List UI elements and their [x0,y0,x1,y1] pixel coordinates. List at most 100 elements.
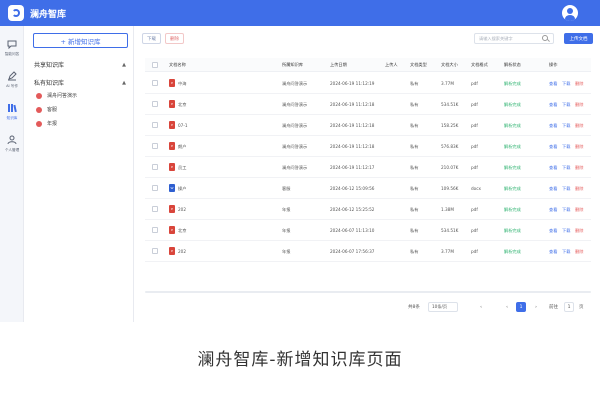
doc-type: 私有 [410,165,419,170]
view-link[interactable]: 查看 [549,207,557,213]
download-link[interactable]: 下载 [562,249,570,255]
doc-name[interactable]: 07-1 [178,123,188,128]
col-header: 操作 [549,62,558,67]
app-logo-icon [8,5,24,21]
nav-item-knowledge-base[interactable]: 知识库 [0,98,24,128]
download-link[interactable]: 下载 [562,228,570,234]
download-link[interactable]: 下载 [562,144,570,150]
doc-name[interactable]: 操户 [178,186,186,192]
row-checkbox[interactable] [152,122,158,128]
shared-kb-heading[interactable]: 共享知识库 ▲ [34,60,126,70]
search-icon[interactable] [542,35,548,41]
view-link[interactable]: 查看 [549,123,557,129]
row-checkbox[interactable] [152,80,158,86]
delete-link[interactable]: 删除 [575,165,583,171]
row-checkbox[interactable] [152,143,158,149]
row-checkbox[interactable] [152,101,158,107]
doc-type: 私有 [410,249,419,254]
sidebar-item-kb[interactable]: 澜舟问答演示 [36,92,77,99]
download-link[interactable]: 下载 [562,123,570,129]
table-row[interactable]: P 员工 澜舟问答演示 2024-06-19 11:12:17 私有 210.0… [145,157,591,178]
doc-name[interactable]: 朗户 [178,144,186,150]
view-link[interactable]: 查看 [549,81,557,87]
download-link[interactable]: 下载 [562,186,570,192]
row-checkbox[interactable] [152,185,158,191]
add-knowledge-base-button[interactable]: + 新增知识库 [33,33,128,48]
view-link[interactable]: 查看 [549,165,557,171]
download-link[interactable]: 下载 [562,207,570,213]
table-row[interactable]: P 中海 澜舟问答演示 2024-06-19 11:12:19 私有 3.77M… [145,73,591,94]
upload-document-button[interactable]: 上传文档 [564,33,593,44]
view-link[interactable]: 查看 [549,228,557,234]
doc-type: 私有 [410,144,419,149]
sidebar-item-kb[interactable]: 客服 [36,106,57,113]
user-avatar-icon[interactable] [562,5,578,21]
page-prev-ellipsis[interactable]: ‹ [502,302,512,312]
download-link[interactable]: 下载 [562,102,570,108]
table-row[interactable]: P 北京 澜舟问答演示 2024-06-19 11:12:18 私有 534.5… [145,94,591,115]
chevron-left-icon[interactable]: ‹ [476,302,486,312]
download-button[interactable]: 下载 [142,33,161,44]
doc-status: 解析完成 [504,249,521,254]
row-checkbox[interactable] [152,227,158,233]
doc-format: pdf [471,165,478,170]
horizontal-scrollbar[interactable] [145,291,591,293]
row-checkbox[interactable] [152,164,158,170]
table-row[interactable]: P 北京 年报 2024-06-07 11:13:10 私有 534.51K p… [145,220,591,241]
doc-name[interactable]: 中海 [178,81,186,87]
delete-link[interactable]: 删除 [575,102,583,108]
nav-label: 智能问答 [4,52,20,56]
nav-label: 知识库 [6,116,18,120]
doc-name[interactable]: 员工 [178,165,186,171]
delete-link[interactable]: 删除 [575,186,583,192]
download-link[interactable]: 下载 [562,165,570,171]
table-row[interactable]: P 202 年报 2024-06-07 17:56:37 私有 3.77M pd… [145,241,591,262]
row-checkbox[interactable] [152,248,158,254]
delete-button[interactable]: 删除 [165,33,184,44]
view-link[interactable]: 查看 [549,186,557,192]
doc-date: 2024-06-19 11:12:18 [330,102,375,107]
pen-icon [8,71,17,81]
person-icon [7,135,17,145]
doc-name[interactable]: 202 [178,249,186,254]
sidebar-item-kb[interactable]: 年报 [36,120,57,127]
nav-item-personal[interactable]: 个人管理 [0,130,24,160]
goto-label: 前往 [549,305,558,310]
knowledge-sidebar: + 新增知识库 共享知识库 ▲ 私有知识库 ▲ 澜舟问答演示 客服 年报 [24,26,134,322]
delete-link[interactable]: 删除 [575,144,583,150]
doc-name[interactable]: 北京 [178,102,186,108]
private-kb-heading[interactable]: 私有知识库 ▲ [34,78,126,88]
chevron-right-icon[interactable]: › [531,302,541,312]
delete-link[interactable]: 删除 [575,123,583,129]
nav-item-writing[interactable]: AI 写作 [0,66,24,96]
doc-name[interactable]: 202 [178,207,186,212]
download-link[interactable]: 下载 [562,81,570,87]
doc-format: pdf [471,144,478,149]
doc-name[interactable]: 北京 [178,228,186,234]
nav-item-chat[interactable]: 智能问答 [0,34,24,64]
delete-link[interactable]: 删除 [575,228,583,234]
doc-status: 解析完成 [504,81,521,86]
delete-link[interactable]: 删除 [575,81,583,87]
table-row[interactable]: P 07-1 澜舟问答演示 2024-06-19 11:12:18 私有 158… [145,115,591,136]
view-link[interactable]: 查看 [549,102,557,108]
document-panel: 下载 删除 请输入搜索关键字 上传文档 文档名称 所属知识库 上传日期 上传人 … [135,26,600,322]
table-row[interactable]: P 202 年报 2024-06-12 15:25:52 私有 1.38M pd… [145,199,591,220]
pdf-file-icon: P [169,121,175,129]
delete-link[interactable]: 删除 [575,207,583,213]
doc-format: pdf [471,123,478,128]
table-row[interactable]: W 操户 客服 2024-06-12 15:09:56 私有 109.56K d… [145,178,591,199]
table-row[interactable]: P 朗户 澜舟问答演示 2024-06-19 11:12:18 私有 576.8… [145,136,591,157]
row-checkbox[interactable] [152,206,158,212]
view-link[interactable]: 查看 [549,144,557,150]
doc-size: 1.38M [441,207,454,212]
select-all-checkbox[interactable] [152,62,158,68]
view-link[interactable]: 查看 [549,249,557,255]
page-size-select[interactable]: 10条/页 [428,302,458,312]
goto-page-input[interactable]: 1 [564,302,574,312]
page-number[interactable]: 1 [516,302,526,312]
doc-size: 3.77M [441,249,454,254]
delete-link[interactable]: 删除 [575,249,583,255]
col-header: 解析状态 [504,62,521,67]
doc-size: 534.51K [441,228,459,233]
